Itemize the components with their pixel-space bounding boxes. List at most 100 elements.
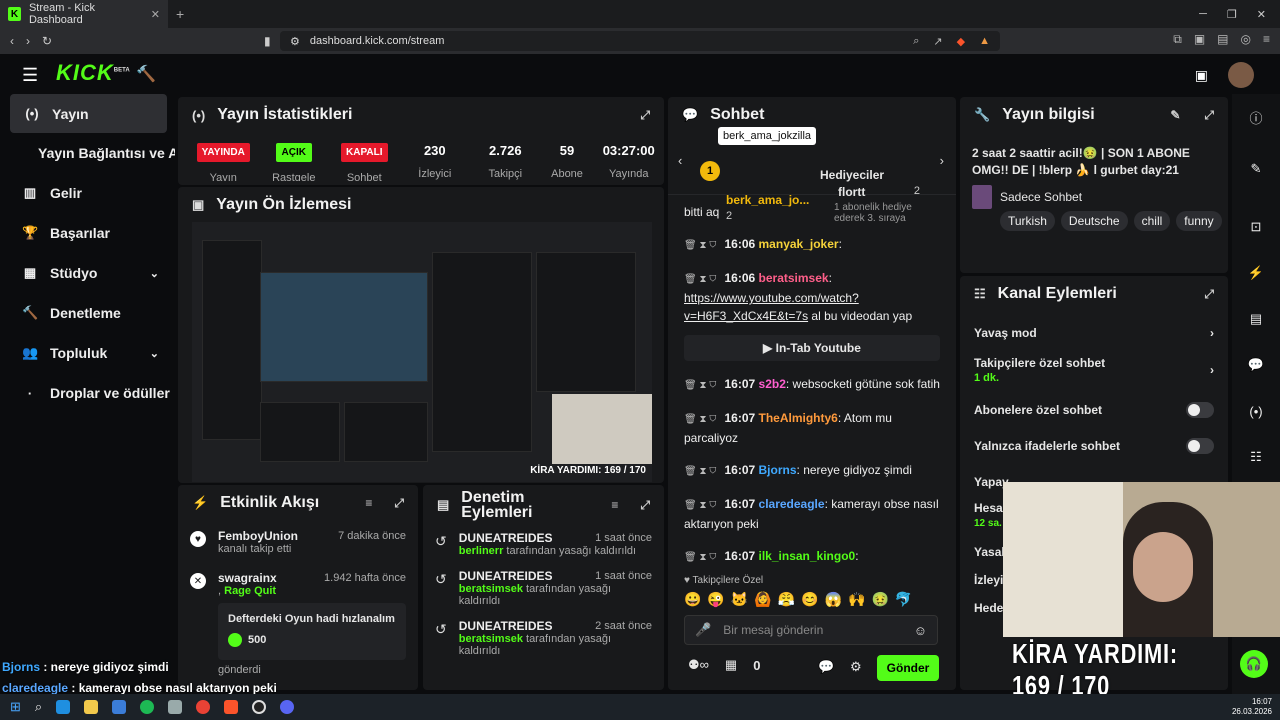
chevron-right-icon: › xyxy=(1210,326,1214,340)
undo-icon: ↺ xyxy=(435,533,447,549)
mod-actions-panel: ▤ Denetim Eylemleri ≡ ⤢ ↺ DUNEATREIDES 1 saat… xyxy=(423,485,664,690)
moderator-hammer-icon[interactable]: 🔨 xyxy=(136,64,156,84)
sidebar-item-drops[interactable]: · Droplar ve ödüller xyxy=(0,373,175,413)
subs-only-toggle[interactable] xyxy=(1186,402,1214,418)
windows-start-icon[interactable]: ⊞ xyxy=(10,699,21,715)
category-name[interactable]: Sadece Sohbet xyxy=(1000,190,1082,204)
send-button[interactable]: Gönder xyxy=(877,655,939,681)
store-icon[interactable] xyxy=(112,700,127,714)
tag[interactable]: Deutsche xyxy=(1060,211,1128,231)
sub-count: 59 xyxy=(559,143,575,158)
folder-icon[interactable] xyxy=(84,700,99,714)
points-icon[interactable]: ▦ xyxy=(725,657,737,673)
new-tab-icon[interactable]: + xyxy=(176,6,184,22)
filter-icon[interactable]: ≡ xyxy=(611,498,618,512)
wallet-icon[interactable]: ▤ xyxy=(1217,32,1228,47)
sidebar-item-stream-connection[interactable]: Yayın Bağlantısı ve Ar xyxy=(0,133,175,173)
chat-bubble-icon[interactable]: 💬 xyxy=(818,659,834,675)
chevron-down-icon: ⌄ xyxy=(149,347,159,360)
chevron-right-icon: › xyxy=(1210,363,1214,377)
emote-bar[interactable]: 😀😜🐱🙆😤😊😱🙌🤢🐬 xyxy=(684,591,918,608)
browser-menu-icon[interactable]: ≡ xyxy=(1263,32,1270,47)
screenshot-icon[interactable]: ⊡ xyxy=(1232,204,1280,250)
calculator-icon[interactable] xyxy=(168,700,183,714)
zoom-icon[interactable]: ⌕ xyxy=(913,35,919,48)
chevron-right-icon[interactable]: › xyxy=(940,153,944,168)
stream-preview-video[interactable]: KİRA YARDIMI: 169 / 170 xyxy=(192,222,652,482)
avatar[interactable] xyxy=(1228,62,1254,88)
search-icon[interactable]: ⌕ xyxy=(35,699,42,715)
edit-icon[interactable]: ✎ xyxy=(1232,146,1280,192)
community-icon[interactable]: ⚉∞ xyxy=(688,657,709,673)
discord-icon[interactable] xyxy=(280,700,295,714)
brave-shield-icon[interactable]: ◆ xyxy=(957,35,965,48)
hamburger-menu-icon[interactable]: ☰ xyxy=(22,65,38,86)
filter-icon[interactable]: ≡ xyxy=(365,496,372,510)
browser-tab[interactable]: K Stream - Kick Dashboard ✕ xyxy=(0,0,168,28)
sidebar-item-moderation[interactable]: 🔨 Denetleme xyxy=(0,293,175,333)
kick-logo[interactable]: KICKBETA xyxy=(56,60,130,86)
emotes-only-toggle[interactable] xyxy=(1186,438,1214,454)
sidebar-toggle-icon[interactable]: ▣ xyxy=(1194,32,1205,47)
chat-input[interactable]: 🎤 Bir mesaj gönderin ☺ xyxy=(684,615,938,645)
minimize-icon[interactable]: ─ xyxy=(1199,8,1207,21)
vpn-icon[interactable]: ◎ xyxy=(1241,32,1251,47)
window-close-icon[interactable]: ✕ xyxy=(1257,8,1266,21)
followers-only-row[interactable]: Takipçilere özel sohbet 1 dk. › xyxy=(960,340,1228,384)
expand-icon[interactable]: ⤢ xyxy=(640,498,650,513)
chat-bubble-icon[interactable]: 💬 xyxy=(1232,342,1280,388)
url-field[interactable]: ⚙ dashboard.kick.com/stream ⌕ ↗ ◆ ▲ xyxy=(280,31,1000,51)
gifter-leaderboard: ‹ › 1 berk_ama_jo... 2 Hediyeciler flort… xyxy=(668,133,956,224)
spotify-icon[interactable] xyxy=(140,700,155,714)
chevron-left-icon[interactable]: ‹ xyxy=(678,153,682,168)
back-icon[interactable]: ‹ xyxy=(10,34,14,48)
tag[interactable]: funny xyxy=(1176,211,1222,231)
reload-icon[interactable]: ↻ xyxy=(42,34,52,48)
edge-icon[interactable] xyxy=(56,700,71,714)
edit-icon[interactable]: ✎ xyxy=(1170,108,1180,122)
share-icon[interactable]: ↗ xyxy=(933,35,942,48)
expand-icon[interactable]: ⤢ xyxy=(1204,108,1214,123)
expand-icon[interactable]: ⤢ xyxy=(394,496,404,511)
sidebar-item-studio[interactable]: ▦ Stüdyo ⌄ xyxy=(0,253,175,293)
chat-closed-badge[interactable]: KAPALI xyxy=(341,143,388,162)
sidebar-item-achievements[interactable]: 🏆 Başarılar xyxy=(0,213,175,253)
forward-icon[interactable]: › xyxy=(26,34,30,48)
bookmark-icon[interactable]: ▮ xyxy=(264,34,271,48)
brave-rewards-icon[interactable]: ▲ xyxy=(979,35,990,48)
chat-footer: ⚉∞ ▦ 0 xyxy=(688,657,760,673)
creator-icon[interactable]: ▣ xyxy=(1195,67,1208,84)
obs-icon[interactable] xyxy=(252,700,267,714)
microphone-icon[interactable]: 🎤 xyxy=(695,622,711,638)
url-text: dashboard.kick.com/stream xyxy=(309,35,445,47)
support-headset-icon[interactable]: 🎧 xyxy=(1240,650,1268,678)
gear-icon[interactable]: ⚙ xyxy=(850,659,862,675)
chat-panel: 💬 Sohbet berk_ama_jokzilla ‹ › 1 berk_ama… xyxy=(668,97,956,690)
sidebar-item-community[interactable]: 👥 Topluluk ⌄ xyxy=(0,333,175,373)
bolt-icon[interactable]: ⚡ xyxy=(1232,250,1280,296)
broadcast-icon: (•) xyxy=(192,107,206,123)
random-open-badge[interactable]: AÇIK xyxy=(275,143,312,162)
expand-icon[interactable]: ⤢ xyxy=(640,108,650,123)
brave-icon[interactable] xyxy=(224,700,239,714)
extensions-icon[interactable]: ⧉ xyxy=(1173,32,1182,47)
broadcast-icon[interactable]: (•) xyxy=(1232,388,1280,434)
document-icon[interactable]: ▤ xyxy=(1232,296,1280,342)
viewer-count: 230 xyxy=(423,143,446,158)
in-tab-youtube-button[interactable]: ▶ In-Tab Youtube xyxy=(684,335,940,361)
close-tab-icon[interactable]: ✕ xyxy=(151,8,160,21)
info-icon[interactable]: ⓘ xyxy=(1232,94,1280,140)
slow-mode-row[interactable]: Yavaş mod › xyxy=(960,312,1228,340)
preview-goal-text: KİRA YARDIMI: 169 / 170 xyxy=(530,465,646,476)
restore-icon[interactable]: ❐ xyxy=(1227,8,1237,21)
sidebar-item-revenue[interactable]: ▥ Gelir xyxy=(0,173,175,213)
sliders-icon[interactable]: ☷ xyxy=(1232,434,1280,480)
expand-icon[interactable]: ⤢ xyxy=(1204,287,1214,302)
system-clock[interactable]: 16:07 26.03.2026 xyxy=(1232,697,1272,717)
chrome-icon[interactable] xyxy=(196,700,211,714)
site-info-icon[interactable]: ⚙ xyxy=(290,35,300,48)
emoji-icon[interactable]: ☺ xyxy=(914,623,927,638)
tag[interactable]: Turkish xyxy=(1000,211,1055,231)
tag[interactable]: chill xyxy=(1133,211,1171,231)
sidebar-item-stream[interactable]: (•) Yayın xyxy=(10,94,167,133)
